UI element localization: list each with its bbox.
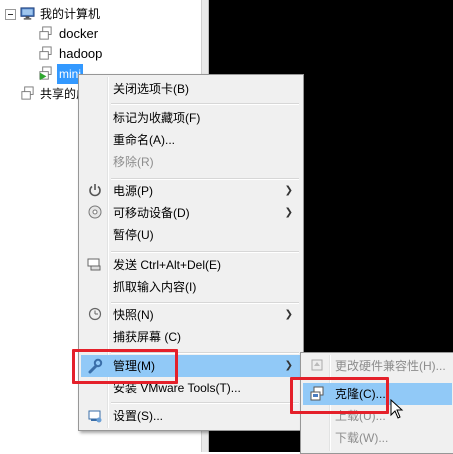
submenu-arrow-icon: ❯ — [284, 360, 293, 371]
menu-label: 标记为收藏项(F) — [113, 111, 201, 125]
menu-label: 快照(N) — [113, 308, 154, 322]
menu-item-change-hardware-compatibility[interactable]: 更改硬件兼容性(H)... — [303, 355, 452, 377]
settings-icon — [87, 408, 103, 424]
menu-item-grab-input[interactable]: 抓取输入内容(I) — [81, 276, 301, 298]
tree-row-hadoop[interactable]: hadoop — [0, 44, 200, 64]
menu-separator — [111, 402, 299, 404]
menu-separator — [111, 103, 299, 105]
tree-label-my-computer: 我的计算机 — [40, 7, 101, 21]
vm-running-icon — [39, 66, 52, 81]
menu-label: 下载(W)... — [335, 431, 389, 445]
menu-item-capture-screen[interactable]: 捕获屏幕 (C) — [81, 326, 301, 348]
collapse-icon[interactable] — [5, 9, 16, 20]
annotation-highlight-manage — [72, 349, 178, 384]
annotation-highlight-clone — [290, 377, 389, 414]
menu-label: 发送 Ctrl+Alt+Del(E) — [113, 258, 222, 272]
vm-icon — [39, 46, 52, 60]
menu-label: 移除(R) — [113, 155, 154, 169]
menu-label: 更改硬件兼容性(H)... — [335, 359, 446, 373]
disc-icon — [87, 205, 103, 221]
menu-label: 电源(P) — [113, 184, 153, 198]
menu-label: 可移动设备(D) — [113, 206, 190, 220]
submenu-arrow-icon: ❯ — [284, 185, 293, 196]
menu-label: 重命名(A)... — [113, 133, 175, 147]
tree-label-docker: docker — [59, 26, 99, 41]
menu-item-download[interactable]: 下载(W)... — [303, 427, 452, 449]
shared-vms-icon — [21, 86, 34, 100]
menu-separator — [111, 251, 299, 253]
mouse-cursor-icon — [390, 399, 404, 419]
tree-label-hadoop: hadoop — [59, 46, 103, 61]
hardware-icon — [309, 358, 325, 374]
menu-label: 暂停(U) — [113, 228, 154, 242]
menu-item-snapshot[interactable]: 快照(N) ❯ — [81, 304, 301, 326]
vm-icon — [39, 26, 52, 40]
keyboard-icon — [87, 257, 103, 273]
menu-item-power[interactable]: 电源(P) ❯ — [81, 180, 301, 202]
tree-row-docker[interactable]: docker — [0, 24, 200, 44]
menu-item-favorite[interactable]: 标记为收藏项(F) — [81, 107, 301, 129]
menu-label: 设置(S)... — [113, 409, 163, 423]
power-icon — [87, 183, 103, 199]
menu-item-settings[interactable]: 设置(S)... — [81, 405, 301, 427]
tree-row-my-computer[interactable]: 我的计算机 — [0, 4, 200, 24]
menu-label: 捕获屏幕 (C) — [113, 330, 181, 344]
computer-icon — [20, 7, 35, 20]
submenu-arrow-icon: ❯ — [284, 309, 293, 320]
submenu-arrow-icon: ❯ — [284, 207, 293, 218]
menu-item-send-ctrl-alt-del[interactable]: 发送 Ctrl+Alt+Del(E) — [81, 254, 301, 276]
menu-item-removable-devices[interactable]: 可移动设备(D) ❯ — [81, 202, 301, 224]
menu-item-pause[interactable]: 暂停(U) — [81, 224, 301, 246]
menu-item-remove[interactable]: 移除(R) — [81, 151, 301, 173]
snapshot-icon — [87, 307, 103, 323]
menu-label: 关闭选项卡(B) — [113, 82, 189, 96]
menu-label: 抓取输入内容(I) — [113, 280, 197, 294]
menu-item-rename[interactable]: 重命名(A)... — [81, 129, 301, 151]
menu-item-close-tab[interactable]: 关闭选项卡(B) — [81, 78, 301, 100]
